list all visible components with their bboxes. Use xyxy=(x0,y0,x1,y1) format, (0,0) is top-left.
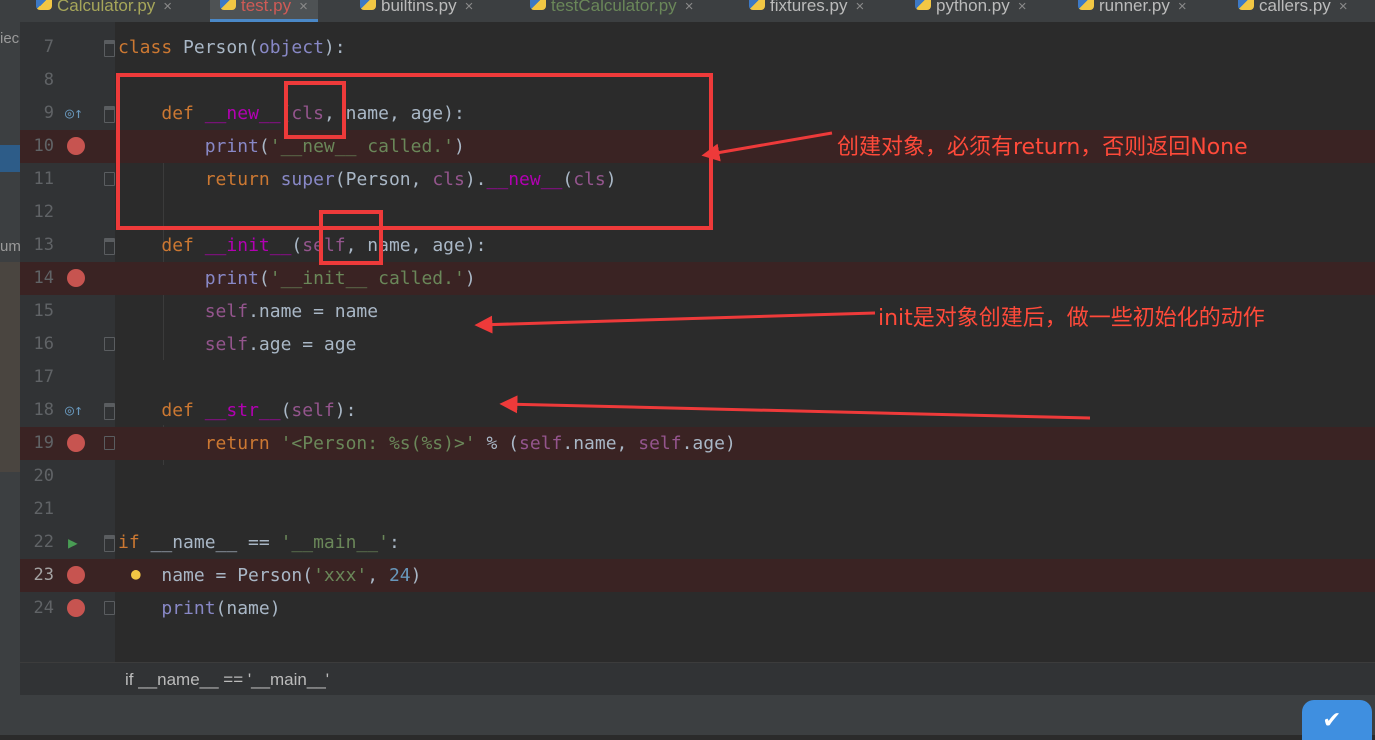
annotation-arrows xyxy=(474,131,1091,420)
annotation-new-note: 创建对象，必须有return，否则返回None xyxy=(837,135,1248,160)
arrow-str xyxy=(499,395,1091,420)
annotation-init-note: init是对象创建后，做一些初始化的动作 xyxy=(878,306,1265,331)
arrow-new xyxy=(701,131,833,162)
arrow-init xyxy=(474,311,876,334)
